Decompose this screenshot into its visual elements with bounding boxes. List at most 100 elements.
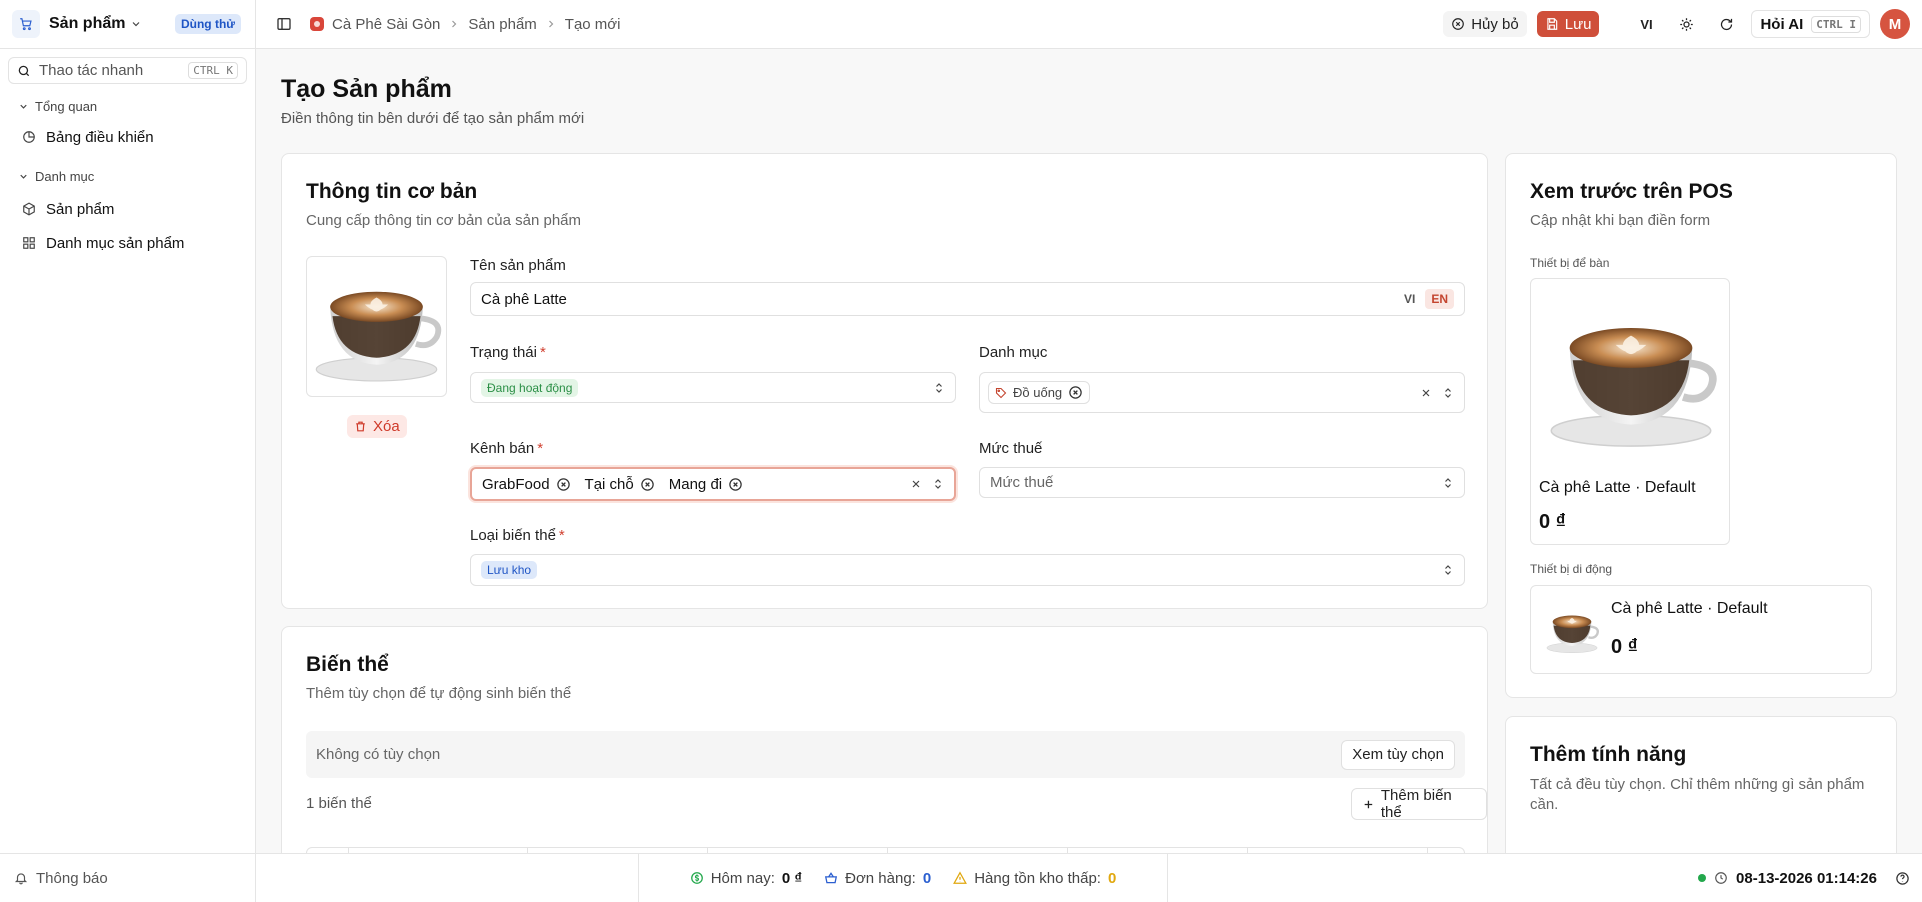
circle-x-icon[interactable] [728,477,743,492]
mobile-device-label: Thiết bị di động [1530,562,1613,576]
mobile-product-line: Cà phê Latte · Default [1611,600,1768,617]
circle-x-icon[interactable] [640,477,655,492]
sidebar-group-overview[interactable]: Tổng quan [0,99,255,114]
chevron-down-icon [20,174,27,179]
desktop-price: 0 ₫ [1539,511,1566,533]
chevron-updown-icon [936,382,942,393]
variants-title: Biến thể [306,653,389,676]
main-content: Tạo Sản phẩm Điền thông tin bên dưới để … [256,49,1922,853]
features-subtitle: Tất cả đều tùy chọn. Chỉ thêm những gì s… [1530,776,1865,813]
product-image[interactable] [306,256,447,397]
today-revenue: Hôm nay: 0 ₫ [690,870,802,887]
breadcrumb-shop[interactable]: Cà Phê Sài Gòn [332,16,440,33]
status-metrics: Hôm nay: 0 ₫ Đơn hàng: 0 Hàng tồn kho th… [638,853,1168,902]
add-variant-button[interactable]: Thêm biến thể [1351,787,1487,821]
ask-ai-shortcut: CTRL I [1811,15,1861,33]
tax-select[interactable]: Mức thuế [979,467,1465,498]
quick-search-placeholder: Thao tác nhanh [39,62,144,79]
category-select[interactable]: Đồ uống [979,372,1465,413]
ask-ai-label: Hỏi AI [1760,15,1804,33]
chevron-right-icon [545,18,557,30]
chevron-right-icon [448,18,460,30]
delete-label: Xóa [373,418,400,435]
page-subtitle: Điền thông tin bên dưới để tạo sản phẩm … [281,110,585,127]
avatar[interactable]: M [1880,9,1910,39]
chevron-down-icon [20,104,27,109]
product-name-input[interactable]: Cà phê Latte VI EN [470,282,1465,316]
mobile-preview: Cà phê Latte · Default 0 ₫ [1530,585,1872,674]
sidebar-app-title: Sản phẩm [49,15,126,32]
sales-channel-select[interactable]: GrabFood Tại chỗ Mang đi [470,467,956,501]
breadcrumb-section[interactable]: Sản phẩm [468,16,536,33]
status-select[interactable]: Đang hoạt động [470,372,956,403]
required-mark: * [539,344,546,361]
grid-icon [23,237,35,249]
circle-x-icon[interactable] [556,477,571,492]
ask-ai-button[interactable]: Hỏi AI CTRL I [1751,10,1870,38]
variants-card: Biến thể Thêm tùy chọn để tự động sinh b… [281,626,1488,853]
clear-x-icon[interactable] [910,478,922,490]
circle-x-icon [1452,18,1465,30]
variants-subtitle: Thêm tùy chọn để tự động sinh biến thể [306,685,572,702]
sidebar-header[interactable]: Sản phẩm Dùng thử [0,0,256,49]
sidebar-toggle-icon[interactable] [276,16,292,32]
channel-chip: Mang đi [669,476,743,493]
chevron-updown-icon [935,479,941,489]
required-mark: * [537,440,544,457]
page-title: Tạo Sản phẩm [281,75,452,103]
tag-icon [995,387,1007,398]
view-options-button[interactable]: Xem tùy chọn [1341,739,1455,770]
sidebar-item-product-categories[interactable]: Danh mục sản phẩm [0,226,255,260]
online-indicator [1698,874,1707,882]
status-value: Đang hoạt động [481,378,579,397]
basic-info-card: Thông tin cơ bản Cung cấp thông tin cơ b… [281,153,1488,609]
box-icon [23,202,35,216]
variant-type-select[interactable]: Lưu kho [470,554,1465,586]
delete-image-button[interactable]: Xóa [347,415,407,438]
trash-icon [356,421,365,432]
required-mark: * [558,527,565,544]
datetime-text: 08-13-2026 01:14:26 [1736,869,1877,887]
options-empty-bar: Không có tùy chọn Xem tùy chọn [306,731,1465,778]
notifications-button[interactable]: Thông báo [0,853,256,902]
language-toggle[interactable]: VI [1631,9,1661,39]
circle-x-icon[interactable] [1068,385,1083,400]
variant-type-value: Lưu kho [481,561,538,579]
quick-search-input[interactable]: Thao tác nhanh CTRL K [8,57,247,84]
preview-title: Xem trước trên POS [1530,180,1733,203]
sales-channel-label: Kênh bán * [470,440,544,457]
status-label: Trạng thái * [470,344,546,361]
sidebar-item-products[interactable]: Sản phẩm [0,192,255,226]
chevron-down-icon[interactable] [130,18,142,30]
product-name-value: Cà phê Latte [481,290,567,308]
theme-sun-icon[interactable] [1671,9,1701,39]
save-label: Lưu [1564,15,1592,33]
no-options-text: Không có tùy chọn [316,746,441,763]
sidebar-group-catalog[interactable]: Danh mục [0,169,255,184]
category-label: Danh mục [979,344,1048,361]
clear-x-icon[interactable] [1420,387,1432,399]
status-clock: 08-13-2026 01:14:26 [1698,870,1910,887]
cancel-button[interactable]: Hủy bỏ [1443,11,1527,37]
sidebar: Thao tác nhanh CTRL K Tổng quan Bảng điề… [0,49,256,853]
lang-vi-toggle[interactable]: VI [1398,289,1421,309]
features-title: Thêm tính năng [1530,743,1687,766]
top-bar: Sản phẩm Dùng thử Cà Phê Sài Gòn Sản phẩ… [0,0,1922,49]
desktop-device-label: Thiết bị để bàn [1530,256,1610,270]
refresh-icon[interactable] [1711,9,1741,39]
channel-chip: Tại chỗ [585,476,655,493]
desktop-preview: Cà phê Latte · Default 0 ₫ [1530,278,1730,545]
sidebar-item-dashboard[interactable]: Bảng điều khiển [0,120,255,154]
clock-icon [1715,872,1727,884]
basket-icon [825,872,838,884]
status-bar: Thông báo Hôm nay: 0 ₫ Đơn hàng: 0 Hàng … [0,853,1922,902]
chevron-updown-icon [1445,477,1451,488]
preview-subtitle: Cập nhật khi bạn điền form [1530,212,1711,229]
save-button[interactable]: Lưu [1536,11,1600,37]
basic-info-subtitle: Cung cấp thông tin cơ bản của sản phẩm [306,212,582,229]
lang-en-toggle[interactable]: EN [1425,289,1454,309]
product-image [1543,601,1601,659]
help-icon[interactable] [1895,871,1910,886]
money-circle-icon [690,872,703,884]
product-name-label: Tên sản phẩm [470,257,566,274]
